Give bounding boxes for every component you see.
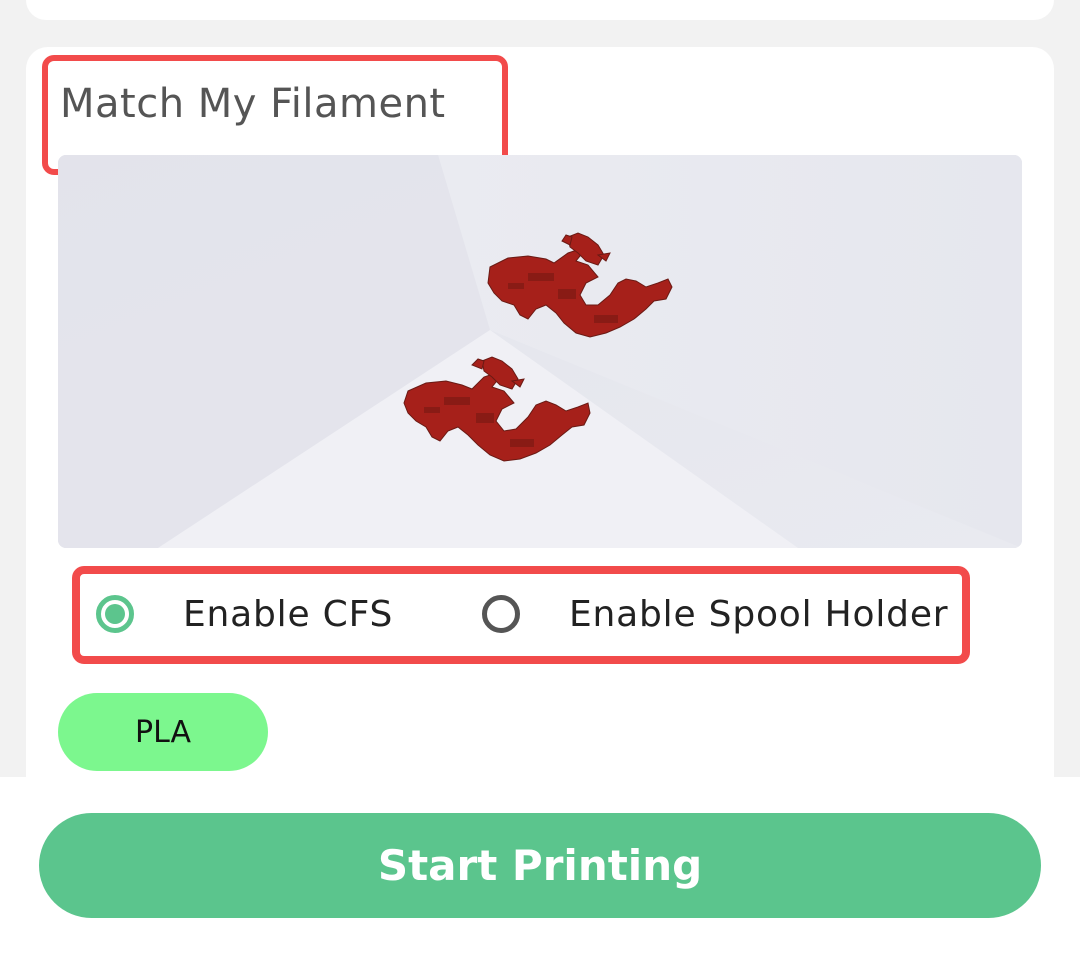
- model-preview[interactable]: [58, 155, 1022, 548]
- enable-cfs-label: Enable CFS: [183, 593, 394, 635]
- radio-unchecked-icon[interactable]: [482, 595, 520, 633]
- start-printing-button[interactable]: Start Printing: [39, 813, 1041, 918]
- preview-canvas: [58, 155, 1022, 548]
- radio-dot: [105, 604, 125, 624]
- section-title: Match My Filament: [60, 81, 446, 127]
- previous-card: [26, 0, 1054, 20]
- enable-spool-holder-label: Enable Spool Holder: [569, 593, 949, 635]
- filament-chip-pla[interactable]: PLA: [58, 693, 268, 771]
- enable-spool-holder-option[interactable]: Enable Spool Holder: [482, 570, 948, 658]
- enable-cfs-option[interactable]: Enable CFS: [96, 570, 393, 658]
- printing-mode-options: Enable CFS Enable Spool Holder: [78, 570, 964, 658]
- radio-checked-icon[interactable]: [96, 595, 134, 633]
